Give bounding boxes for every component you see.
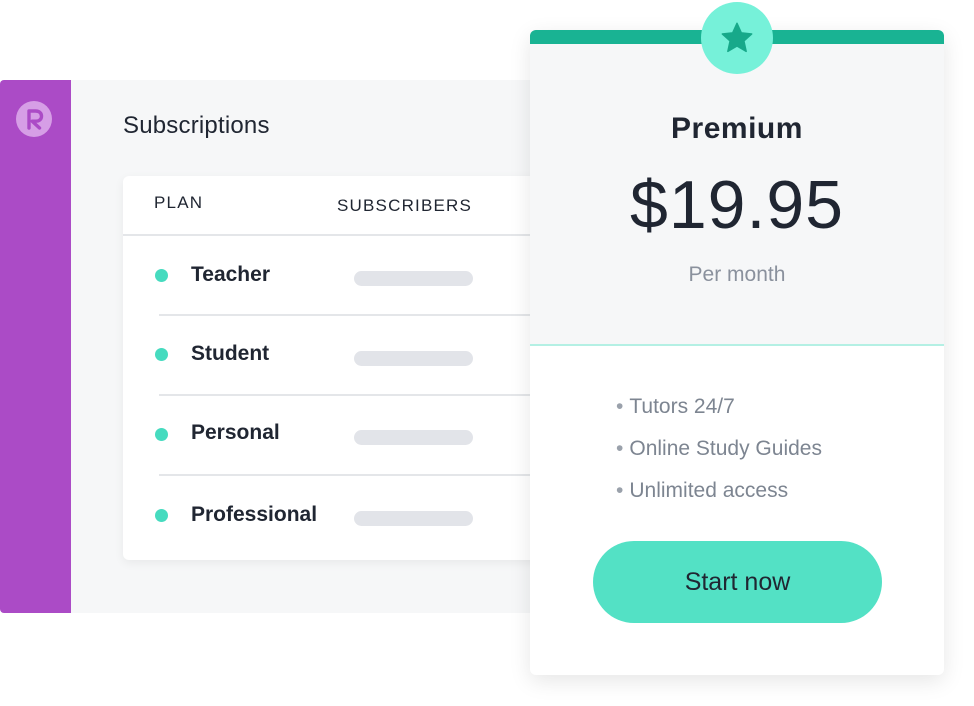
column-header-plan: PLAN <box>154 193 204 212</box>
page-title: Subscriptions <box>123 112 270 139</box>
feature-item: Unlimited access <box>616 476 822 518</box>
plan-title: Premium <box>671 112 803 145</box>
subscribers-placeholder-bar <box>354 430 473 445</box>
feature-item: Online Study Guides <box>616 434 822 476</box>
row-divider <box>159 474 560 476</box>
status-dot <box>155 348 168 361</box>
subscriptions-table: PLAN SUBSCRIBERS Teacher Student Persona… <box>123 176 560 560</box>
r-logo-icon[interactable] <box>16 101 52 137</box>
feature-list: Tutors 24/7 Online Study Guides Unlimite… <box>616 392 822 518</box>
plan-name: Teacher <box>191 263 270 286</box>
sidebar <box>0 80 71 613</box>
billing-period: Per month <box>688 263 786 286</box>
pricing-header: Premium $19.95 Per month <box>530 30 944 346</box>
subscribers-placeholder-bar <box>354 351 473 366</box>
feature-item: Tutors 24/7 <box>616 392 822 434</box>
plan-name: Personal <box>191 421 280 444</box>
pricing-card: Premium $19.95 Per month Tutors 24/7 Onl… <box>530 30 944 675</box>
status-dot <box>155 428 168 441</box>
status-dot <box>155 509 168 522</box>
subscribers-placeholder-bar <box>354 511 473 526</box>
subscriptions-app: Subscriptions PLAN SUBSCRIBERS Teacher S… <box>0 80 560 613</box>
status-dot <box>155 269 168 282</box>
star-icon <box>701 2 773 74</box>
price: $19.95 <box>630 167 844 243</box>
plan-name: Student <box>191 342 270 365</box>
start-now-button[interactable]: Start now <box>593 541 882 623</box>
table-header: PLAN SUBSCRIBERS <box>123 176 560 236</box>
table-row[interactable]: Personal <box>123 396 560 476</box>
table-row[interactable]: Teacher <box>123 236 560 316</box>
column-header-subscribers: SUBSCRIBERS <box>337 196 473 215</box>
table-row[interactable]: Professional <box>123 477 560 557</box>
subscribers-placeholder-bar <box>354 271 473 286</box>
table-row[interactable]: Student <box>123 316 560 396</box>
plan-name: Professional <box>191 503 318 526</box>
